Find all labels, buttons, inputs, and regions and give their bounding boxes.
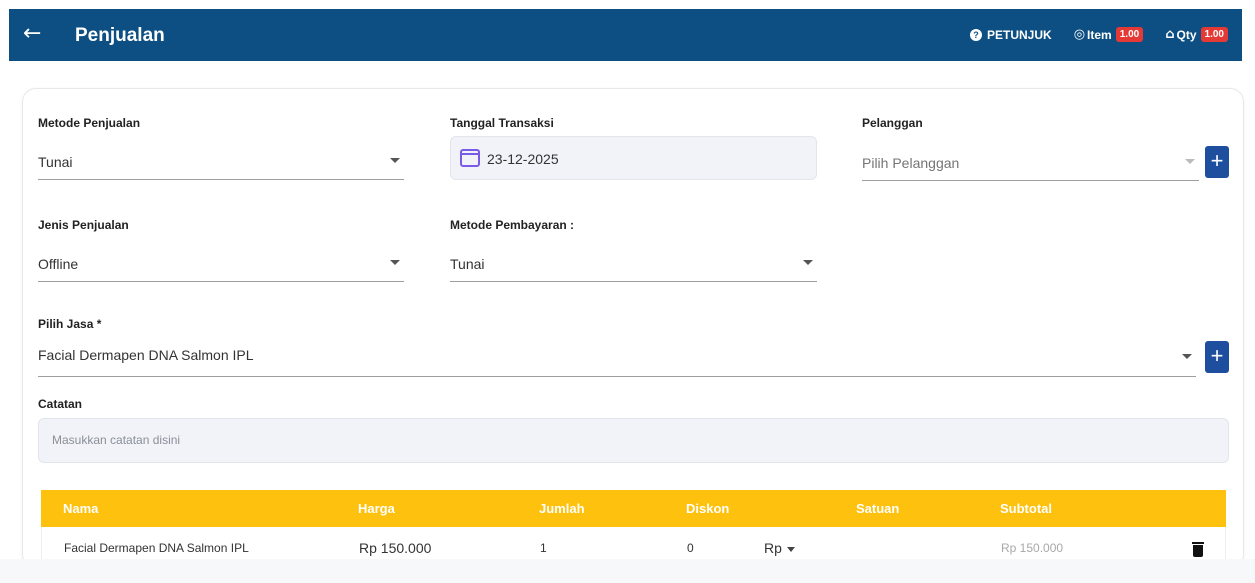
- pilih-jasa-label: Pilih Jasa *: [38, 317, 102, 331]
- pelanggan-select[interactable]: Pilih Pelanggan: [862, 149, 1199, 181]
- row-harga: Rp 150.000: [359, 540, 432, 556]
- header-actions: ? PETUNJUK ◎ Item 1.00 ⌂ Qty 1.00: [970, 27, 1228, 42]
- catatan-input[interactable]: Masukkan catatan disini: [38, 418, 1229, 463]
- column-header-harga: Harga: [358, 501, 395, 516]
- diskon-unit-value: Rp: [764, 540, 782, 556]
- metode-penjualan-label: Metode Penjualan: [38, 116, 141, 130]
- qty-badge: 1.00: [1200, 27, 1228, 42]
- tanggal-transaksi-value: 23-12-2025: [487, 151, 559, 167]
- chevron-down-icon: [390, 260, 400, 265]
- chevron-down-icon: [1185, 159, 1195, 164]
- chevron-down-icon: [390, 158, 400, 163]
- pilih-jasa-value: Facial Dermapen DNA Salmon IPL: [38, 347, 254, 363]
- page-title: Penjualan: [75, 25, 165, 46]
- row-nama: Facial Dermapen DNA Salmon IPL: [64, 541, 249, 555]
- app-header: ← Penjualan ? PETUNJUK ◎ Item 1.00 ⌂ Qty…: [9, 9, 1242, 61]
- column-header-nama: Nama: [63, 501, 99, 516]
- metode-pembayaran-select[interactable]: Tunai: [450, 250, 817, 282]
- qty-counter: ⌂ Qty 1.00: [1165, 27, 1228, 42]
- metode-pembayaran-value: Tunai: [450, 256, 485, 272]
- target-icon: ◎: [1073, 27, 1086, 42]
- item-label: Item: [1087, 27, 1112, 42]
- pilih-jasa-select[interactable]: Facial Dermapen DNA Salmon IPL: [38, 339, 1196, 377]
- qty-label: Qty: [1176, 27, 1197, 42]
- tanggal-transaksi-label: Tanggal Transaksi: [450, 116, 554, 130]
- trash-icon[interactable]: [1192, 542, 1204, 557]
- back-arrow-icon[interactable]: ←: [23, 22, 41, 46]
- chevron-down-icon: [786, 546, 795, 552]
- add-jasa-button[interactable]: +: [1205, 341, 1229, 373]
- metode-penjualan-select[interactable]: Tunai: [38, 148, 404, 180]
- metode-penjualan-value: Tunai: [38, 154, 73, 170]
- metode-pembayaran-label: Metode Pembayaran :: [450, 218, 575, 232]
- column-header-subtotal: Subtotal: [1000, 501, 1052, 516]
- bottom-bar: [0, 559, 1255, 583]
- table-header: Nama Harga Jumlah Diskon Satuan Subtotal: [41, 490, 1226, 527]
- row-diskon-unit-select[interactable]: Rp: [764, 540, 795, 556]
- jenis-penjualan-value: Offline: [38, 256, 79, 272]
- chevron-down-icon: [803, 260, 813, 265]
- jenis-penjualan-label: Jenis Penjualan: [38, 218, 129, 232]
- item-badge: 1.00: [1115, 27, 1144, 42]
- catatan-label: Catatan: [38, 397, 83, 411]
- help-label: PETUNJUK: [987, 27, 1052, 42]
- column-header-diskon: Diskon: [686, 501, 730, 516]
- tanggal-transaksi-input[interactable]: 23-12-2025: [450, 136, 817, 180]
- item-counter: ◎ Item 1.00: [1074, 27, 1144, 42]
- basket-icon: ⌂: [1165, 27, 1175, 42]
- add-pelanggan-button[interactable]: +: [1205, 146, 1229, 178]
- row-diskon-input[interactable]: 0: [687, 541, 694, 555]
- column-header-satuan: Satuan: [856, 501, 900, 516]
- row-subtotal: Rp 150.000: [1001, 541, 1064, 555]
- help-button[interactable]: ? PETUNJUK: [970, 28, 1052, 42]
- pelanggan-label: Pelanggan: [862, 116, 923, 130]
- row-jumlah-input[interactable]: 1: [540, 541, 547, 555]
- pelanggan-placeholder: Pilih Pelanggan: [862, 155, 960, 171]
- question-circle-icon: ?: [970, 28, 983, 41]
- jenis-penjualan-select[interactable]: Offline: [38, 250, 404, 282]
- calendar-icon: [460, 149, 480, 167]
- chevron-down-icon: [1182, 354, 1192, 359]
- column-header-jumlah: Jumlah: [539, 501, 585, 516]
